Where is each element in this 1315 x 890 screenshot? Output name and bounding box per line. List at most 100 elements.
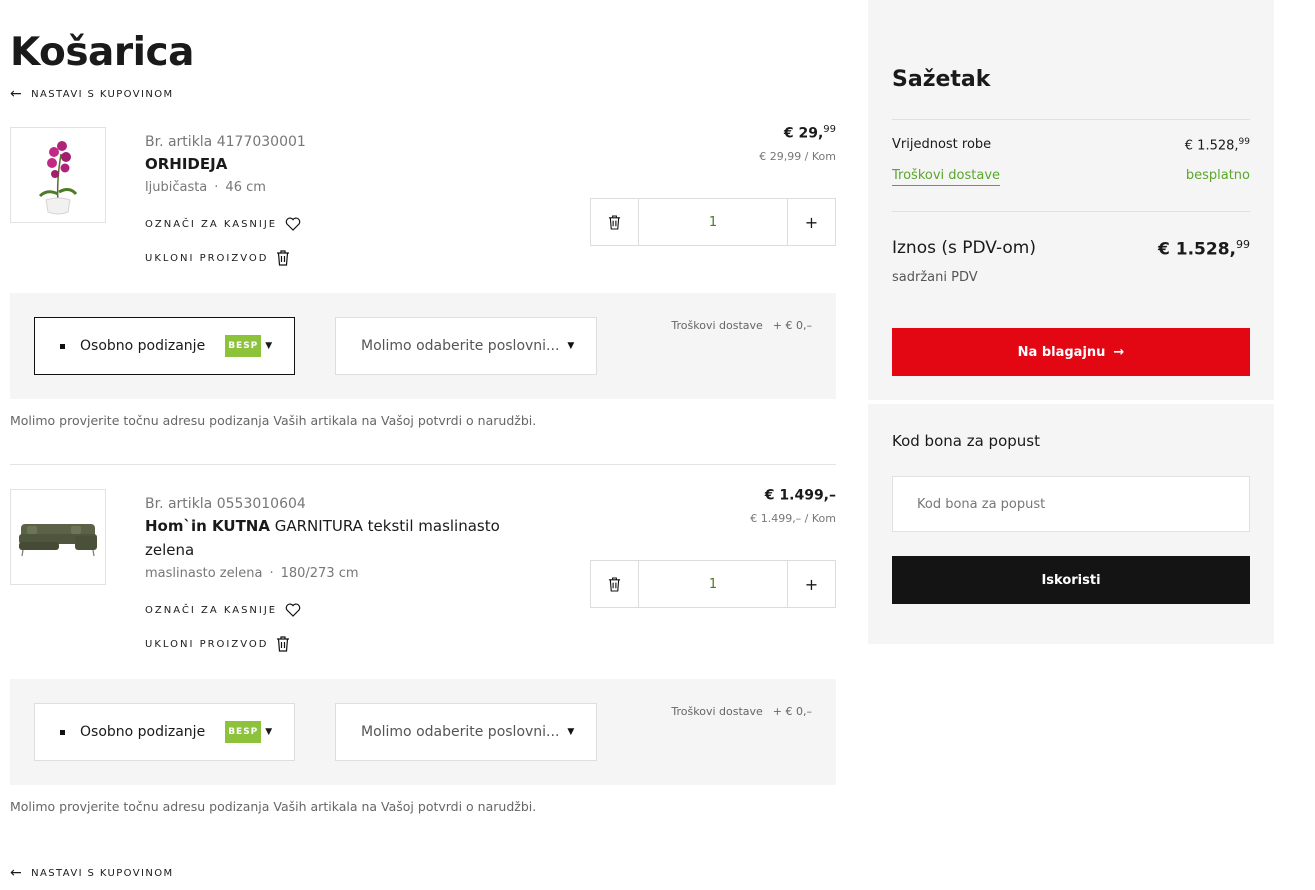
- chevron-down-icon: ▼: [567, 341, 575, 351]
- quantity-delete-button[interactable]: [591, 561, 639, 607]
- product-size: 46 cm: [225, 180, 266, 195]
- store-select-label: Molimo odaberite poslovni...: [361, 338, 560, 354]
- voucher-input[interactable]: [892, 476, 1250, 532]
- continue-shopping-link[interactable]: ← NASTAVI S KUPOVINOM: [10, 866, 174, 880]
- shipping-cost-value: besplatno: [1185, 168, 1250, 183]
- product-attributes: maslinasto zelena · 180/273 cm: [145, 566, 359, 581]
- product-attributes: ljubičasta · 46 cm: [145, 180, 266, 195]
- pickup-note: Molimo provjerite točnu adresu podizanja…: [10, 799, 537, 814]
- product-image[interactable]: [10, 489, 106, 585]
- arrow-left-icon: ←: [10, 86, 24, 102]
- quantity-increase-button[interactable]: +: [787, 561, 835, 607]
- product-color: ljubičasta: [145, 180, 208, 195]
- summary-title: Sažetak: [892, 67, 991, 92]
- product-name-bold: ORHIDEJA: [145, 155, 228, 173]
- store-select[interactable]: Molimo odaberite poslovni... ▼: [335, 317, 597, 375]
- total-value-cents: 99: [1236, 238, 1250, 251]
- trash-icon: [608, 576, 621, 592]
- voucher-panel: Kod bona za popust Iskoristi: [868, 404, 1274, 644]
- goods-value-label: Vrijednost robe: [892, 137, 992, 152]
- heart-icon: [285, 217, 301, 231]
- trash-icon: [277, 636, 290, 652]
- trash-icon: [277, 250, 290, 266]
- save-for-later-button[interactable]: OZNAČI ZA KASNIJE: [145, 217, 301, 231]
- item-shipping-cost: Troškovi dostave + € 0,–: [671, 705, 812, 718]
- sofa-image: [19, 524, 97, 557]
- goods-value: € 1.528,99: [1184, 137, 1250, 154]
- remove-product-label: UKLONI PROIZVOD: [145, 252, 269, 264]
- product-color: maslinasto zelena: [145, 566, 263, 581]
- product-name[interactable]: ORHIDEJA: [145, 152, 525, 176]
- pickup-label: Osobno podizanje: [80, 338, 206, 354]
- continue-shopping-label: NASTAVI S KUPOVINOM: [31, 867, 174, 879]
- continue-shopping-label: NASTAVI S KUPOVINOM: [31, 88, 174, 100]
- plus-icon: +: [804, 574, 819, 594]
- cart-item: Br. artikla 0553010604 Hom`in KUTNA GARN…: [10, 487, 836, 659]
- cart-item: Br. artikla 4177030001 ORHIDEJA ljubičas…: [10, 124, 836, 277]
- unit-price: € 29,99 / Kom: [759, 150, 836, 163]
- shipping-value: + € 0,–: [772, 319, 812, 332]
- save-for-later-label: OZNAČI ZA KASNIJE: [145, 218, 278, 230]
- item-shipping-cost: Troškovi dostave + € 0,–: [671, 319, 812, 332]
- total-row: Iznos (s PDV-om) € 1.528,99: [892, 238, 1250, 260]
- product-name-bold: Hom`in KUTNA: [145, 517, 270, 535]
- arrow-left-icon: ←: [10, 865, 24, 881]
- product-image[interactable]: [10, 127, 106, 223]
- shipping-cost-link[interactable]: Troškovi dostave: [892, 168, 1001, 186]
- unit-price: € 1.499,– / Kom: [750, 512, 836, 525]
- total-value: € 1.528,99: [1158, 238, 1250, 260]
- pickup-note: Molimo provjerite točnu adresu podizanja…: [10, 413, 537, 428]
- product-info: Br. artikla 0553010604 Hom`in KUTNA GARN…: [145, 496, 525, 581]
- item-price: € 1.499,–: [764, 487, 836, 504]
- article-number: Br. artikla 0553010604: [145, 496, 306, 512]
- quantity-stepper: 1 +: [590, 560, 836, 608]
- pickup-label: Osobno podizanje: [80, 724, 206, 740]
- save-for-later-label: OZNAČI ZA KASNIJE: [145, 604, 278, 616]
- chevron-down-icon: ▼: [567, 727, 575, 737]
- article-number: Br. artikla 4177030001: [145, 134, 306, 150]
- quantity-value[interactable]: 1: [639, 561, 787, 607]
- remove-product-label: UKLONI PROIZVOD: [145, 638, 269, 650]
- delivery-options: Osobno podizanje BESP ▼ Molimo odaberite…: [10, 679, 836, 785]
- product-name[interactable]: Hom`in KUTNA GARNITURA tekstil maslinast…: [145, 514, 525, 562]
- divider: [892, 119, 1250, 120]
- continue-shopping-link[interactable]: ← NASTAVI S KUPOVINOM: [10, 87, 174, 101]
- divider: [10, 464, 836, 465]
- total-label: Iznos (s PDV-om): [892, 238, 1036, 258]
- trash-icon: [608, 214, 621, 230]
- goods-value-cents: 99: [1238, 137, 1250, 147]
- checkout-button[interactable]: Na blagajnu →: [892, 328, 1250, 376]
- shipping-value: + € 0,–: [772, 705, 812, 718]
- item-price: € 29,99: [783, 124, 836, 142]
- goods-value-row: Vrijednost robe € 1.528,99: [892, 137, 1250, 153]
- pickup-option[interactable]: Osobno podizanje BESP ▼: [34, 317, 295, 375]
- checkout-label: Na blagajnu: [1017, 344, 1106, 360]
- orchid-image: [38, 141, 78, 215]
- free-badge: BESP: [225, 335, 262, 357]
- store-select-label: Molimo odaberite poslovni...: [361, 724, 560, 740]
- plus-icon: +: [804, 212, 819, 232]
- shipping-row: Troškovi dostave besplatno: [892, 168, 1250, 186]
- order-summary: Sažetak Vrijednost robe € 1.528,99 Trošk…: [868, 0, 1274, 400]
- chevron-down-icon: ▼: [265, 341, 273, 351]
- vat-note: sadržani PDV: [892, 270, 978, 285]
- remove-product-button[interactable]: UKLONI PROIZVOD: [145, 250, 290, 266]
- shipping-label: Troškovi dostave: [671, 705, 763, 718]
- pickup-option[interactable]: Osobno podizanje BESP ▼: [34, 703, 295, 761]
- save-for-later-button[interactable]: OZNAČI ZA KASNIJE: [145, 603, 301, 617]
- shipping-label: Troškovi dostave: [671, 319, 763, 332]
- quantity-increase-button[interactable]: +: [787, 199, 835, 245]
- arrow-right-icon: →: [1113, 344, 1125, 360]
- radio-indicator: [60, 729, 65, 735]
- product-info: Br. artikla 4177030001 ORHIDEJA ljubičas…: [145, 134, 525, 195]
- apply-voucher-button[interactable]: Iskoristi: [892, 556, 1250, 604]
- quantity-value[interactable]: 1: [639, 199, 787, 245]
- quantity-stepper: 1 +: [590, 198, 836, 246]
- radio-indicator: [60, 343, 65, 349]
- delivery-options: Osobno podizanje BESP ▼ Molimo odaberite…: [10, 293, 836, 399]
- divider: [892, 211, 1250, 212]
- quantity-delete-button[interactable]: [591, 199, 639, 245]
- chevron-down-icon: ▼: [265, 727, 273, 737]
- store-select[interactable]: Molimo odaberite poslovni... ▼: [335, 703, 597, 761]
- remove-product-button[interactable]: UKLONI PROIZVOD: [145, 636, 290, 652]
